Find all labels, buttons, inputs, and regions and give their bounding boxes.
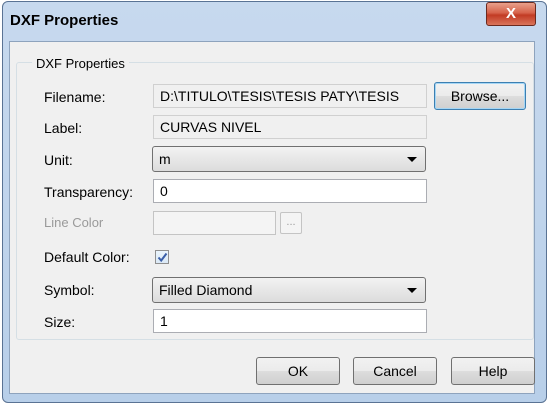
- line-color-label: Line Color: [44, 215, 104, 230]
- group-legend: DXF Properties: [32, 56, 129, 71]
- size-label: Size:: [44, 314, 76, 330]
- symbol-label: Symbol:: [44, 282, 95, 298]
- unit-select-value: m: [159, 151, 171, 167]
- label-label: Label:: [44, 120, 83, 136]
- line-color-picker-button: ...: [280, 212, 302, 234]
- unit-select[interactable]: m: [152, 146, 426, 172]
- chevron-down-icon: [407, 288, 417, 293]
- default-color-checkbox[interactable]: [155, 250, 169, 264]
- help-button[interactable]: Help: [451, 357, 535, 385]
- close-icon: X: [505, 5, 516, 22]
- ok-button[interactable]: OK: [256, 357, 340, 385]
- browse-button[interactable]: Browse...: [434, 82, 526, 110]
- cancel-button[interactable]: Cancel: [353, 357, 437, 385]
- filename-field[interactable]: D:\TITULO\TESIS\TESIS PATY\TESIS: [153, 84, 427, 108]
- symbol-select-value: Filled Diamond: [159, 282, 253, 298]
- chevron-down-icon: [407, 157, 417, 162]
- checkmark-icon: [157, 252, 168, 263]
- transparency-label: Transparency:: [44, 184, 133, 200]
- dialog-title: DXF Properties: [10, 12, 119, 29]
- close-button[interactable]: X: [486, 2, 536, 26]
- size-field[interactable]: 1: [153, 309, 427, 333]
- default-color-label: Default Color:: [44, 249, 130, 265]
- unit-label: Unit:: [44, 152, 73, 168]
- label-field[interactable]: CURVAS NIVEL: [153, 115, 427, 139]
- symbol-select[interactable]: Filled Diamond: [152, 277, 426, 303]
- filename-label: Filename:: [44, 89, 106, 105]
- line-color-field: [153, 211, 276, 235]
- transparency-field[interactable]: 0: [153, 179, 427, 203]
